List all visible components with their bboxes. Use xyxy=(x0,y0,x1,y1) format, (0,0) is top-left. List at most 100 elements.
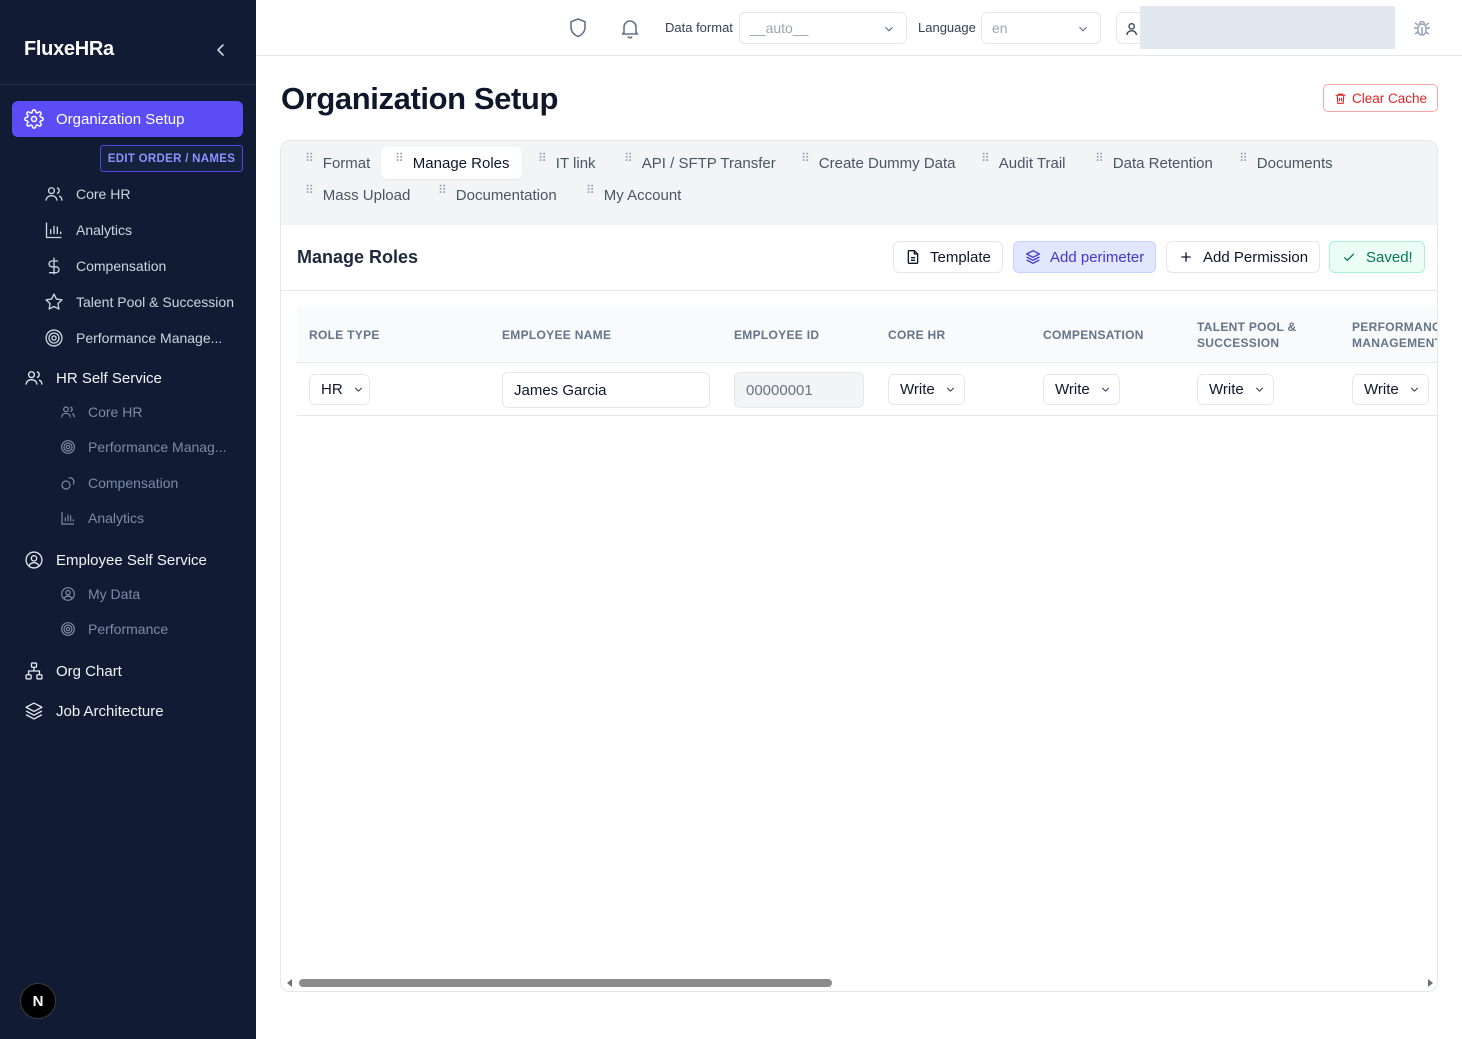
sidebar-item-label: Core HR xyxy=(76,186,131,202)
data-format-select[interactable]: __auto__ xyxy=(739,12,907,44)
drag-handle-icon[interactable]: ⠿ xyxy=(305,183,314,197)
compensation-permission-select[interactable]: Write xyxy=(1043,374,1120,405)
permission-value: Write xyxy=(1055,381,1090,398)
scrollbar-thumb[interactable] xyxy=(299,979,832,987)
layers-icon xyxy=(25,702,43,720)
sidebar-item-hr-self-service[interactable]: HR Self Service xyxy=(24,368,162,388)
role-type-select[interactable]: HR xyxy=(309,374,370,405)
tab-label: Audit Trail xyxy=(998,154,1066,172)
sidebar-item-analytics[interactable]: Analytics xyxy=(44,220,132,240)
collapse-sidebar-button[interactable] xyxy=(210,38,232,62)
drag-handle-icon[interactable]: ⠿ xyxy=(1095,151,1104,165)
employee-id-input[interactable] xyxy=(734,372,864,408)
brand-logo: FluxeHRa xyxy=(24,38,114,60)
horizontal-scrollbar[interactable] xyxy=(281,975,1437,991)
add-permission-label: Add Permission xyxy=(1203,248,1309,266)
drag-handle-icon[interactable]: ⠿ xyxy=(801,151,810,165)
drag-handle-icon[interactable]: ⠿ xyxy=(438,183,447,197)
language-value: en xyxy=(992,20,1008,36)
sidebar-subitem-core-hr[interactable]: Core HR xyxy=(60,404,142,420)
user-circle-icon xyxy=(61,587,75,601)
sidebar-item-org-chart[interactable]: Org Chart xyxy=(24,661,122,681)
tab-format[interactable]: ⠿ Format xyxy=(305,147,370,179)
tab-label: Documents xyxy=(1256,154,1333,172)
chevron-left-icon xyxy=(217,44,224,56)
saved-button[interactable]: Saved! xyxy=(1329,241,1425,273)
chevron-down-icon xyxy=(946,387,954,392)
users-icon xyxy=(61,406,75,418)
sidebar-item-label: My Data xyxy=(88,586,141,602)
tab-mass-upload[interactable]: ⠿ Mass Upload xyxy=(305,179,410,211)
tab-documentation[interactable]: ⠿ Documentation xyxy=(438,179,557,211)
sidebar-subitem-my-data[interactable]: My Data xyxy=(60,586,140,602)
tab-label: Format xyxy=(322,154,371,172)
tab-audit-trail[interactable]: ⠿ Audit Trail xyxy=(981,147,1066,179)
file-icon xyxy=(907,250,919,264)
sidebar-item-label: Compensation xyxy=(76,258,167,274)
security-button[interactable] xyxy=(566,16,590,40)
drag-handle-icon[interactable]: ⠿ xyxy=(1239,151,1248,165)
sidebar-item-compensation[interactable]: Compensation xyxy=(44,256,166,276)
sidebar-item-performance-management[interactable]: Performance Manage... xyxy=(44,328,222,348)
add-permission-button[interactable]: Add Permission xyxy=(1166,241,1321,273)
tab-documents[interactable]: ⠿ Documents xyxy=(1239,147,1333,179)
language-select[interactable]: en xyxy=(981,12,1101,44)
tab-label: My Account xyxy=(603,186,682,204)
sidebar-subitem-analytics[interactable]: Analytics xyxy=(60,510,144,526)
scroll-left-icon[interactable] xyxy=(285,978,295,988)
col-talent-pool: TALENT POOL & SUCCESSION xyxy=(1197,320,1297,350)
scroll-right-icon[interactable] xyxy=(1425,978,1435,988)
sidebar-item-employee-self-service[interactable]: Employee Self Service xyxy=(24,550,207,570)
debug-button[interactable] xyxy=(1410,16,1434,40)
drag-handle-icon[interactable]: ⠿ xyxy=(395,151,404,165)
tab-label: Mass Upload xyxy=(322,186,411,204)
target-icon xyxy=(45,329,63,347)
data-format-value: __auto__ xyxy=(750,20,809,36)
sidebar-subitem-performance[interactable]: Performance Manag... xyxy=(60,439,227,455)
framework-badge[interactable]: N xyxy=(20,983,56,1019)
add-perimeter-label: Add perimeter xyxy=(1050,248,1145,266)
dollar-icon xyxy=(48,257,60,275)
core-hr-permission-select[interactable]: Write xyxy=(888,374,965,405)
tab-my-account[interactable]: ⠿ My Account xyxy=(586,179,681,211)
sidebar-subitem-performance[interactable]: Performance xyxy=(60,621,168,637)
sidebar-item-talent-pool[interactable]: Talent Pool & Succession xyxy=(44,292,234,312)
tab-label: Documentation xyxy=(455,186,557,204)
drag-handle-icon[interactable]: ⠿ xyxy=(981,151,990,165)
drag-handle-icon[interactable]: ⠿ xyxy=(586,183,595,197)
user-info-redacted xyxy=(1140,6,1395,49)
edit-order-names-button[interactable]: EDIT ORDER / NAMES xyxy=(100,145,243,172)
chevron-down-icon xyxy=(1101,387,1109,392)
coins-icon xyxy=(61,477,75,490)
col-employee-name: EMPLOYEE NAME xyxy=(502,328,612,342)
col-performance: PERFORMANCE MANAGEMENT xyxy=(1352,320,1438,350)
template-button[interactable]: Template xyxy=(893,241,1003,273)
user-circle-icon xyxy=(25,551,43,569)
notifications-button[interactable] xyxy=(618,16,642,40)
performance-permission-select[interactable]: Write xyxy=(1352,374,1429,405)
tab-data-retention[interactable]: ⠿ Data Retention xyxy=(1095,147,1213,179)
tab-it-link[interactable]: ⠿ IT link xyxy=(538,147,596,179)
clear-cache-label: Clear Cache xyxy=(1351,90,1428,106)
employee-name-input[interactable] xyxy=(502,372,710,408)
sidebar-item-job-architecture[interactable]: Job Architecture xyxy=(24,701,164,721)
drag-handle-icon[interactable]: ⠿ xyxy=(305,151,314,165)
tab-manage-roles[interactable]: ⠿ Manage Roles xyxy=(381,147,522,179)
tab-create-dummy-data[interactable]: ⠿ Create Dummy Data xyxy=(801,147,956,179)
add-perimeter-button[interactable]: Add perimeter xyxy=(1013,241,1157,273)
col-core-hr: CORE HR xyxy=(888,328,946,342)
talent-pool-permission-select[interactable]: Write xyxy=(1197,374,1274,405)
users-icon xyxy=(25,371,43,385)
sidebar-subitem-compensation[interactable]: Compensation xyxy=(60,475,178,491)
settings-card: ⠿ Format ⠿ Manage Roles ⠿ IT link ⠿ API / SF… xyxy=(280,140,1438,992)
tab-api-sftp-transfer[interactable]: ⠿ API / SFTP Transfer xyxy=(624,147,776,179)
sidebar-item-label: Core HR xyxy=(88,404,143,420)
sidebar-item-label: Org Chart xyxy=(56,662,122,680)
drag-handle-icon[interactable]: ⠿ xyxy=(538,151,547,165)
sidebar-item-core-hr[interactable]: Core HR xyxy=(44,184,130,204)
gear-icon xyxy=(24,109,44,129)
sidebar-item-label: Performance Manage... xyxy=(76,330,223,346)
clear-cache-button[interactable]: Clear Cache xyxy=(1323,84,1438,112)
drag-handle-icon[interactable]: ⠿ xyxy=(624,151,633,165)
sidebar-item-organization-setup[interactable]: Organization Setup xyxy=(12,101,243,137)
